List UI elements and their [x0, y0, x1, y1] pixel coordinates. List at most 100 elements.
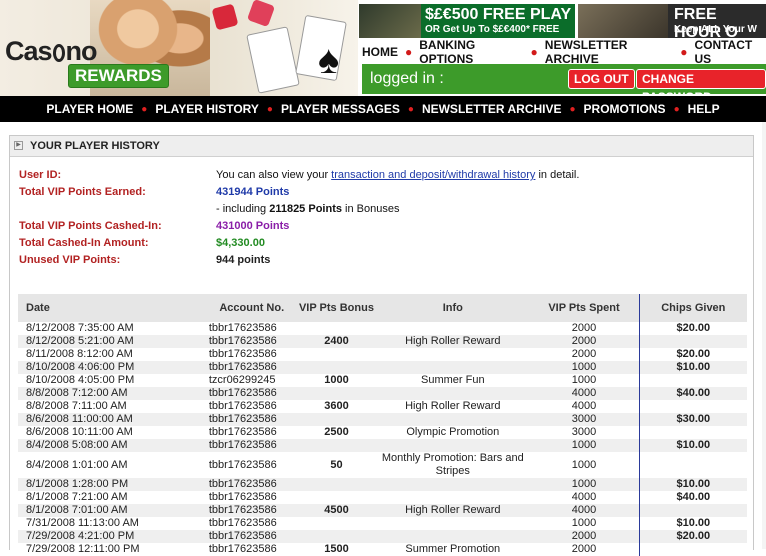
top-nav: HOME ● BANKING OPTIONS ● NEWSLETTER ARCH… [362, 38, 766, 66]
cell-vip-spent: 1000 [529, 478, 640, 491]
cell-account: tbbr17623586 [208, 517, 277, 529]
banner-captain-cooks-logo [578, 4, 668, 38]
cell-vip-bonus: 2500 [324, 426, 349, 438]
cell-vip-bonus: 2400 [296, 335, 377, 348]
cell-info [376, 361, 530, 374]
table-row: 7/29/2008 12:11:00 PM tbbr17623586 1500 Sum… [18, 543, 747, 556]
cell-vip-spent: 2000 [571, 543, 597, 555]
cell-date: 8/12/2008 5:21:00 AM [18, 335, 197, 348]
cell-vip-bonus [297, 517, 377, 530]
cell-info [376, 348, 529, 361]
cell-vip-bonus [296, 361, 377, 374]
cell-chips-given: $10.00 [638, 439, 747, 452]
nav-home[interactable]: HOME [362, 45, 398, 59]
cell-date: 8/11/2008 8:12:00 AM [26, 348, 133, 360]
cell-info [376, 478, 530, 491]
cell-chips-given: $40.00 [638, 387, 747, 400]
nav-player-home[interactable]: PLAYER HOME [46, 102, 133, 116]
unused-vip-value: 944 points [216, 254, 271, 266]
scrollbar[interactable] [762, 122, 766, 549]
nav-bullet-icon: ● [673, 103, 680, 115]
cashed-amount-label: Total Cashed-In Amount: [19, 237, 149, 249]
cell-chips-given: $10.00 [638, 517, 747, 530]
cell-account: tbbr17623586 [196, 439, 297, 452]
cell-date: 7/31/2008 11:13:00 AM [26, 517, 139, 529]
nav-newsletter-archive[interactable]: NEWSLETTER ARCHIVE [545, 38, 673, 66]
table-row: 8/11/2008 8:12:00 AM tbbr17623586 2000 $20.… [18, 348, 747, 361]
cell-vip-bonus [296, 387, 377, 400]
bonus-note-post: in Bonuses [341, 203, 400, 215]
col-info: Info [376, 294, 530, 322]
nav-newsletter-archive-main[interactable]: NEWSLETTER ARCHIVE [422, 102, 562, 116]
site-logo[interactable]: Cas no [5, 36, 98, 67]
cell-info [376, 439, 530, 452]
vip-earned-value: 431944 Points [216, 186, 290, 198]
cell-account: tbbr17623586 [208, 322, 277, 334]
cell-vip-bonus [297, 322, 377, 335]
cell-vip-bonus: 1000 [324, 374, 349, 386]
nav-bullet-icon: ● [405, 45, 413, 59]
cell-vip-spent: 1000 [529, 361, 640, 374]
cell-vip-bonus [297, 491, 377, 504]
nav-contact-us[interactable]: CONTACT US [694, 38, 766, 66]
dice-icon [246, 0, 276, 28]
cell-vip-bonus: 1500 [324, 543, 349, 555]
user-id-value: You can also view your transaction and d… [216, 169, 579, 181]
table-row: 7/31/2008 11:13:00 AM tbbr17623586 1000 $10… [18, 517, 747, 530]
cell-date: 8/10/2008 4:05:00 PM [26, 374, 135, 386]
table-row: 8/10/2008 4:06:00 PM tbbr17623586 1000 $10.… [18, 361, 747, 374]
cell-vip-spent: 2000 [529, 335, 640, 348]
transaction-history-link[interactable]: transaction and deposit/withdrawal histo… [331, 169, 535, 181]
cell-info [376, 517, 529, 530]
site-header: ♠ Cas no REWARDS $£€500 FREE PLAY OR Get … [0, 0, 766, 104]
cell-info [376, 530, 530, 543]
cell-vip-spent: 4000 [529, 387, 640, 400]
nav-promotions[interactable]: PROMOTIONS [584, 102, 666, 116]
cell-date: 8/12/2008 7:35:00 AM [26, 322, 134, 334]
cell-vip-spent: 1000 [571, 374, 597, 386]
table-row: 8/6/2008 11:00:00 AM tbbr17623586 3000 $30.… [18, 413, 747, 426]
nav-bullet-icon: ● [680, 45, 688, 59]
cell-info [376, 413, 530, 426]
panel-title: YOUR PLAYER HISTORY [30, 140, 160, 152]
cell-account: tzcr06299245 [208, 374, 276, 386]
bonus-note-pre: - including [216, 203, 270, 215]
cell-vip-spent: 4000 [571, 491, 597, 503]
nav-bullet-icon: ● [141, 103, 148, 115]
cell-date: 8/8/2008 7:11:00 AM [26, 400, 127, 412]
collapse-arrow-icon[interactable]: ▶ [14, 141, 23, 150]
cell-date: 7/29/2008 4:21:00 PM [18, 530, 197, 543]
promo-banner-free-play[interactable]: $£€500 FREE PLAY OR Get Up To $£€400* FR… [359, 4, 575, 38]
cell-vip-bonus: 50 [330, 458, 343, 471]
change-password-button[interactable]: CHANGE PASSWORD [636, 69, 766, 104]
nav-help[interactable]: HELP [688, 102, 720, 116]
cell-account: tbbr17623586 [208, 491, 277, 503]
table-row: 8/4/2008 5:08:00 AM tbbr17623586 1000 $10.0… [18, 439, 747, 452]
cell-account: tbbr17623586 [196, 530, 297, 543]
nav-banking-options[interactable]: BANKING OPTIONS [419, 38, 523, 66]
nav-player-history[interactable]: PLAYER HISTORY [155, 102, 259, 116]
cell-vip-spent: 3000 [571, 426, 597, 438]
cell-account: tbbr17623586 [208, 400, 277, 412]
cell-vip-spent: 1000 [571, 517, 597, 529]
table-row: 8/1/2008 7:21:00 AM tbbr17623586 4000 $40.0… [18, 491, 747, 504]
cell-chips-given [638, 452, 747, 478]
table-row: 8/12/2008 7:35:00 AM tbbr17623586 2000 $20.… [18, 322, 747, 335]
cell-account: tbbr17623586 [208, 348, 277, 360]
nav-player-messages[interactable]: PLAYER MESSAGES [281, 102, 400, 116]
cell-account: tbbr17623586 [208, 458, 277, 471]
nav-bullet-icon: ● [266, 103, 273, 115]
panel-header: ▶ YOUR PLAYER HISTORY [10, 136, 753, 157]
logout-button[interactable]: LOG OUT [568, 69, 635, 89]
vip-earned-label: Total VIP Points Earned: [19, 186, 146, 198]
cell-info: High Roller Reward [376, 504, 530, 517]
cell-vip-spent: 4000 [529, 504, 640, 517]
promo-banner-free-hour[interactable]: FREE HOUR O Keep ALL Your W [578, 4, 766, 38]
table-row: 7/29/2008 4:21:00 PM tbbr17623586 2000 $20.… [18, 530, 747, 543]
player-history-table: Date Account No. VIP Pts Bonus Info VIP … [18, 294, 747, 556]
cell-info: High Roller Reward [376, 335, 530, 348]
bonus-note: - including 211825 Points in Bonuses [216, 203, 399, 215]
cell-date: 8/10/2008 4:06:00 PM [18, 361, 197, 374]
cell-account: tbbr17623586 [196, 478, 297, 491]
login-bar: logged in : LOG OUT CHANGE PASSWORD [362, 64, 766, 104]
